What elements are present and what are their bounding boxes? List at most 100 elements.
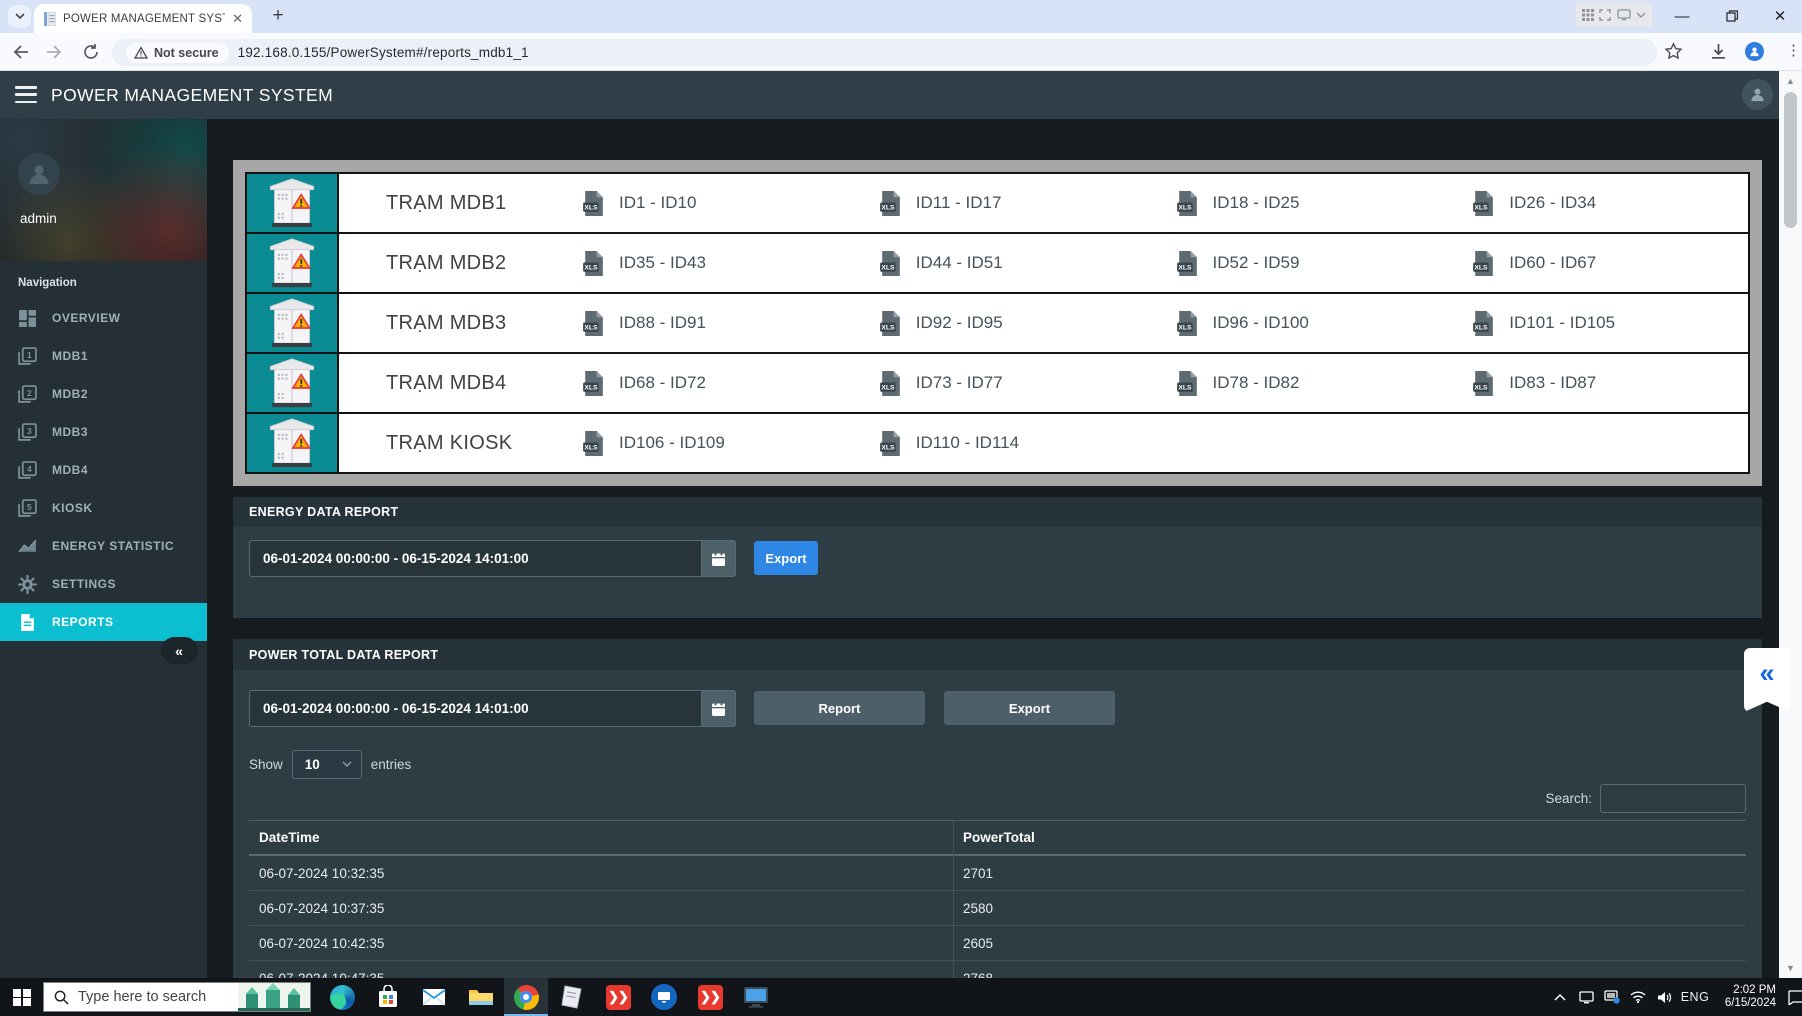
xls-export-link[interactable]: XLS ID110 - ID114 (858, 414, 1155, 472)
col-header-powertotal[interactable]: PowerTotal (953, 830, 1746, 845)
new-tab-button[interactable]: + (266, 4, 290, 28)
sidebar-item-kiosk[interactable]: 5 KIOSK (0, 489, 207, 527)
forward-icon[interactable] (46, 43, 64, 61)
window-close-button[interactable]: ✕ (1760, 0, 1800, 32)
downloads-icon[interactable] (1709, 42, 1728, 61)
header-user-avatar[interactable] (1742, 79, 1773, 110)
sidebar-item-reports[interactable]: REPORTS (0, 603, 207, 641)
address-bar[interactable]: Not secure 192.168.0.155/PowerSystem#/re… (112, 39, 1657, 66)
taskbar-search[interactable]: Type here to search (43, 982, 311, 1012)
taskbar-notes-app-icon[interactable] (550, 978, 594, 1016)
taskbar-edge-icon[interactable] (320, 978, 364, 1016)
energy-date-range-input[interactable] (249, 540, 701, 577)
taskbar-file-explorer-icon[interactable] (458, 978, 502, 1016)
xls-export-link[interactable]: XLS ID73 - ID77 (858, 354, 1155, 412)
xls-export-link[interactable]: XLS ID60 - ID67 (1451, 234, 1748, 292)
sidebar-item-overview[interactable]: OVERVIEW (0, 299, 207, 337)
taskbar-store-icon[interactable] (366, 978, 410, 1016)
sidebar-item-energy-statistic[interactable]: ENERGY STATISTIC (0, 527, 207, 565)
xls-export-link[interactable]: XLS ID106 - ID109 (561, 414, 858, 472)
hamburger-menu-icon[interactable] (15, 86, 37, 103)
xls-export-link[interactable]: XLS ID92 - ID95 (858, 294, 1155, 352)
xls-export-link[interactable]: XLS ID26 - ID34 (1451, 174, 1748, 232)
action-center-icon[interactable] (1778, 989, 1802, 1005)
sidebar-item-mdb1[interactable]: 1 MDB1 (0, 337, 207, 375)
back-icon[interactable] (11, 43, 29, 61)
sidebar-item-mdb4[interactable]: 4 MDB4 (0, 451, 207, 489)
power-date-range-input[interactable] (249, 690, 701, 727)
user-avatar[interactable] (18, 153, 60, 195)
xls-export-link[interactable]: XLS ID96 - ID100 (1155, 294, 1452, 352)
station-name: TRẠM MDB1 (386, 191, 507, 214)
station-row-kiosk: TRẠM KIOSK XLS ID106 - ID109 XLS ID110 - I… (247, 414, 1748, 472)
xls-export-link[interactable]: XLS ID68 - ID72 (561, 354, 858, 412)
taskbar-chrome-icon[interactable] (504, 978, 548, 1016)
energy-export-button[interactable]: Export (754, 541, 818, 575)
sidebar-item-mdb3[interactable]: 3 MDB3 (0, 413, 207, 451)
page-size-select[interactable]: 10 (291, 749, 362, 779)
xls-export-link[interactable]: XLS ID52 - ID59 (1155, 234, 1452, 292)
power-report-panel: POWER TOTAL DATA REPORT Report Export Sh… (233, 639, 1762, 978)
scrollbar-thumb[interactable] (1784, 92, 1797, 228)
id-range-label: ID101 - ID105 (1509, 313, 1616, 332)
tab-search-button[interactable] (8, 5, 31, 28)
taskbar-red-app-2-icon[interactable]: ❯❯ (688, 978, 732, 1016)
chevron-down-icon[interactable] (1636, 12, 1646, 19)
volume-icon[interactable] (1652, 991, 1676, 1004)
tray-display-icon[interactable] (1574, 990, 1598, 1004)
tray-network-status-icon[interactable] (1600, 990, 1624, 1004)
browser-tab[interactable]: POWER MANAGEMENT SYSTEM ✕ (34, 4, 252, 33)
not-secure-chip[interactable]: Not secure (126, 42, 229, 63)
wifi-icon[interactable] (1626, 991, 1650, 1003)
bookmark-star-icon[interactable] (1664, 42, 1683, 61)
power-export-button[interactable]: Export (944, 691, 1115, 725)
browser-menu-icon[interactable]: ⋮ (1786, 41, 1801, 59)
browser-profile-avatar[interactable] (1745, 42, 1764, 61)
calendar-button[interactable] (701, 690, 736, 727)
xls-export-link[interactable]: XLS ID83 - ID87 (1451, 354, 1748, 412)
xls-export-link[interactable]: XLS ID78 - ID82 (1155, 354, 1452, 412)
sidebar-item-label: KIOSK (52, 501, 93, 515)
taskbar-clock[interactable]: 2:02 PM 6/15/2024 (1714, 984, 1776, 1010)
scroll-down-icon[interactable]: ▼ (1779, 960, 1802, 976)
col-header-datetime[interactable]: DateTime (249, 830, 953, 845)
date: 6/15/2024 (1724, 997, 1776, 1009)
taskbar-remote-desktop-icon[interactable] (734, 978, 778, 1016)
xls-export-link[interactable]: XLS ID101 - ID105 (1451, 294, 1748, 352)
search-input[interactable] (1600, 784, 1746, 813)
filter-4-icon: 4 (18, 460, 37, 479)
start-button[interactable] (0, 978, 43, 1016)
xls-export-link[interactable]: XLS ID35 - ID43 (561, 234, 858, 292)
taskbar-mail-icon[interactable] (412, 978, 456, 1016)
calendar-button[interactable] (701, 540, 736, 577)
report-button[interactable]: Report (754, 691, 925, 725)
xls-export-link[interactable]: XLS ID18 - ID25 (1155, 174, 1452, 232)
xls-export-link[interactable]: XLS ID44 - ID51 (858, 234, 1155, 292)
taskbar-red-app-icon[interactable]: ❯❯ (596, 978, 640, 1016)
taskbar-remote-viewer-icon[interactable] (642, 978, 686, 1016)
sidebar-item-settings[interactable]: SETTINGS (0, 565, 207, 603)
reload-icon[interactable] (82, 43, 100, 61)
fullscreen-icon[interactable] (1599, 9, 1611, 21)
search-highlight-image[interactable] (238, 982, 310, 1012)
xls-export-link[interactable]: XLS ID88 - ID91 (561, 294, 858, 352)
monitor-icon[interactable] (1617, 9, 1631, 21)
window-minimize-button[interactable]: — (1662, 0, 1702, 32)
language-indicator[interactable]: ENG (1678, 990, 1712, 1004)
grid-icon[interactable] (1581, 9, 1594, 21)
svg-text:XLS: XLS (1178, 324, 1192, 331)
id-range-label: ID78 - ID82 (1212, 373, 1300, 392)
sidebar-collapse-button[interactable]: « (161, 637, 198, 664)
xls-export-link[interactable]: XLS ID11 - ID17 (858, 174, 1155, 232)
sidebar-item-label: MDB3 (52, 425, 89, 439)
scroll-up-icon[interactable]: ▲ (1779, 73, 1802, 89)
xls-export-link[interactable]: XLS ID1 - ID10 (561, 174, 858, 232)
tab-close-icon[interactable]: ✕ (232, 12, 243, 25)
window-restore-button[interactable] (1712, 0, 1752, 32)
page-scrollbar[interactable]: ▲ ▼ (1779, 71, 1802, 978)
xls-file-icon: XLS (1176, 190, 1197, 216)
svg-text:XLS: XLS (881, 204, 895, 211)
sidebar-item-mdb2[interactable]: 2 MDB2 (0, 375, 207, 413)
tray-expand-icon[interactable] (1548, 993, 1572, 1001)
xls-file-icon: XLS (1176, 370, 1197, 396)
